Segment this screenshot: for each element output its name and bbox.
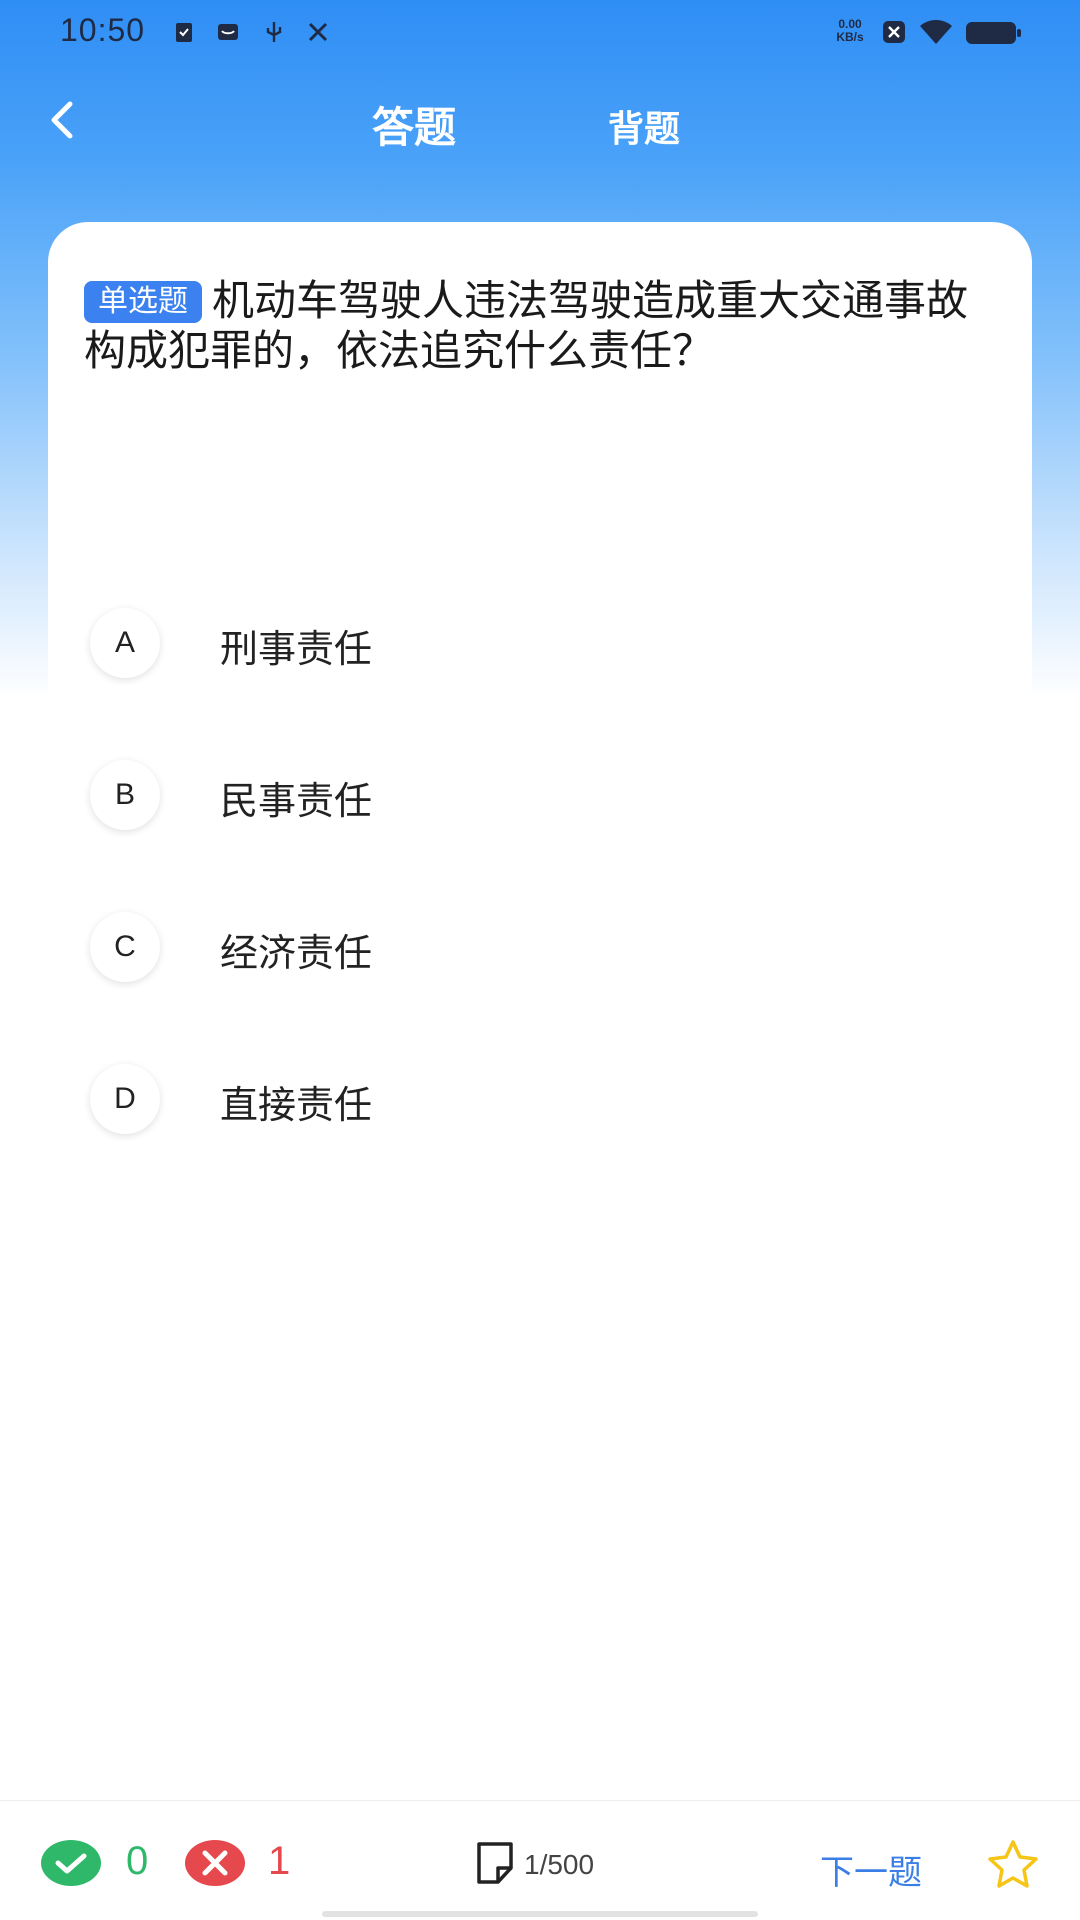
option-d[interactable]: D 直接责任 xyxy=(90,1060,990,1140)
question-card: 单选题 机动车驾驶人违法驾驶造成重大交通事故构成犯罪的，依法追究什么责任？ A 刑… xyxy=(48,222,1032,1622)
option-letter: B xyxy=(90,760,160,830)
question-type-badge: 单选题 xyxy=(84,281,202,323)
option-text: 民事责任 xyxy=(220,779,373,823)
option-c[interactable]: C 经济责任 xyxy=(90,908,990,988)
question-progress: 1/500 xyxy=(524,1849,595,1880)
option-a[interactable]: A 刑事责任 xyxy=(90,604,990,684)
battery-icon xyxy=(966,22,1021,44)
correct-count: 0 xyxy=(126,1839,149,1883)
option-text: 直接责任 xyxy=(220,1083,373,1127)
question-text: 机动车驾驶人违法驾驶造成重大交通事故构成犯罪的，依法追究什么责任？ xyxy=(84,276,969,375)
star-icon[interactable] xyxy=(986,1839,1040,1889)
bottom-bar: 0 1 1/500 下一题 xyxy=(0,1800,1080,1920)
tab-answer[interactable]: 答题 xyxy=(372,94,456,155)
net-speed-unit: KB/s xyxy=(836,30,864,44)
wrong-count: 1 xyxy=(268,1839,291,1883)
back-button[interactable] xyxy=(40,90,90,150)
note-icon[interactable] xyxy=(474,1841,516,1885)
chevron-left-icon xyxy=(51,101,73,139)
option-text: 经济责任 xyxy=(220,931,373,975)
usb-icon xyxy=(266,22,282,42)
option-letter: D xyxy=(90,1064,160,1134)
close-box-icon xyxy=(883,21,905,43)
home-indicator[interactable] xyxy=(322,1911,758,1917)
next-question-button[interactable]: 下一题 xyxy=(820,1845,922,1894)
mail-icon xyxy=(218,24,238,40)
clipboard-icon xyxy=(176,23,192,42)
option-letter: C xyxy=(90,912,160,982)
option-letter: A xyxy=(90,608,160,678)
option-b[interactable]: B 民事责任 xyxy=(90,756,990,836)
question: 单选题 机动车驾驶人违法驾驶造成重大交通事故构成犯罪的，依法追究什么责任？ xyxy=(84,276,984,376)
net-speed: 0.00 KB/s xyxy=(828,18,872,44)
tab-recite[interactable]: 背题 xyxy=(608,100,680,152)
status-time: 10:50 xyxy=(60,12,146,48)
wifi-icon xyxy=(920,20,952,44)
tools-icon xyxy=(308,22,328,42)
cross-circle-icon xyxy=(185,1840,245,1886)
check-circle-icon xyxy=(41,1840,101,1886)
status-bar: 10:50 0.00 KB/s xyxy=(0,0,1080,66)
option-text: 刑事责任 xyxy=(220,627,373,671)
top-nav: 答题 背题 xyxy=(0,80,1080,160)
